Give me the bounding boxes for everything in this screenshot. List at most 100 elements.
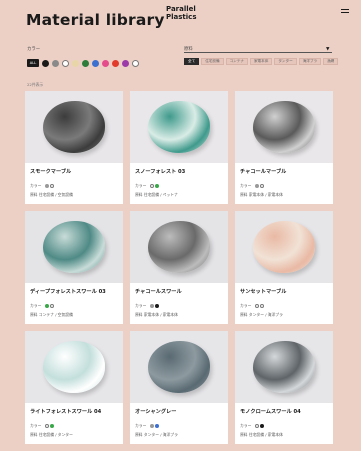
color-swatch-all[interactable]: ALL [27,59,39,67]
color-dot [149,424,154,428]
material-color-label: カラー [135,183,147,188]
material-name: チャコールマーブル [240,169,287,175]
material-source: 原料 家電本体 / 家電本体 [135,312,178,317]
color-filter-label: カラー [27,47,41,52]
material-sample [253,221,315,273]
logo-line-1: Parallel [166,5,196,13]
material-colors: カラー [135,183,160,189]
material-sample [148,221,210,273]
hamburger-menu-icon[interactable] [341,9,349,15]
material-name: モノクロームスワール 04 [240,409,301,415]
material-color-label: カラー [240,303,252,308]
material-color-label: カラー [30,303,42,308]
material-name: ライトフォレストスワール 04 [30,409,102,415]
material-card[interactable]: スノーフォレスト 03 カラー原料 住宅設備 / ペットナ [130,91,228,204]
material-card[interactable]: チャコールスワール カラー原料 家電本体 / 家電本体 [130,211,228,324]
material-color-label: カラー [135,423,147,428]
material-image [25,331,123,403]
material-color-label: カラー [30,423,42,428]
material-image [130,91,228,163]
material-name: ディープフォレストスワール 03 [30,289,106,295]
color-dot [149,304,154,308]
material-grid: スモークマーブル カラー 原料 住宅設備 / 空気設備 スノーフォレスト 03 カラー原… [25,91,333,451]
color-dot [260,304,265,308]
color-swatch-4[interactable] [82,59,89,67]
color-swatch-5[interactable] [92,59,99,67]
material-sample [43,341,105,393]
material-colors: カラー [30,303,55,309]
color-dot [254,184,259,188]
material-sample [253,101,315,153]
material-color-label: カラー [240,423,252,428]
material-colors: カラー [240,303,265,309]
material-image [235,331,333,403]
material-source: 原料 コンテナ / 空気設備 [30,312,73,317]
color-dot [44,424,49,428]
material-colors: カラー [30,183,55,189]
material-chip-0[interactable]: 全て [184,58,200,65]
color-dot [260,424,265,428]
material-sample [148,101,210,153]
brand-logo[interactable]: Parallel Plastics [166,5,196,21]
material-sample [253,341,315,393]
material-source: 原料 住宅設備 / 家電本体 [240,432,283,437]
material-name: オーシャングレー [135,409,177,415]
material-card[interactable]: ライトフォレストスワール 04 カラー原料 住宅設備 / タンター [25,331,123,444]
color-swatch-3[interactable] [72,59,79,67]
color-swatch-2[interactable] [62,59,69,67]
material-chip-2[interactable]: コンテナ [225,58,248,65]
material-dropdown[interactable] [184,52,332,53]
color-dot [254,424,259,428]
color-swatch-7[interactable] [112,59,119,67]
color-swatch-9[interactable] [132,59,139,67]
color-swatch-1[interactable] [52,59,59,67]
material-colors: カラー [240,183,265,189]
material-chip-5[interactable]: 海洋プラ [298,58,322,65]
page-title: Material library [26,11,165,29]
material-image [130,211,228,283]
material-card[interactable]: オーシャングレー カラー 原料 タンター / 海洋プラ [130,331,228,444]
material-image [25,91,123,163]
color-dot [149,184,154,188]
material-image [25,211,123,283]
material-source: 原料 住宅設備 / ペットナ [135,192,178,197]
material-card[interactable]: チャコールマーブル カラー 原料 家電本体 / 家電本体 [235,91,333,204]
result-count: 22件表示 [27,82,44,87]
material-source: 原料 住宅設備 / タンター [30,432,73,437]
material-image [235,91,333,163]
color-swatch-8[interactable] [122,59,129,67]
material-name: スノーフォレスト 03 [135,169,186,175]
material-chip-1[interactable]: 住宅設備 [201,58,224,65]
material-colors: カラー [135,423,160,429]
material-chip-4[interactable]: タンター [274,58,297,65]
material-image [130,331,228,403]
material-sample [43,101,105,153]
color-dot [155,424,160,428]
material-color-label: カラー [240,183,252,188]
material-colors: カラー [240,423,265,429]
material-colors: カラー [135,303,160,309]
material-image [235,211,333,283]
material-card[interactable]: ディープフォレストスワール 03 カラー原料 コンテナ / 空気設備 [25,211,123,324]
logo-line-2: Plastics [166,13,197,21]
color-dot [155,304,160,308]
material-card[interactable]: モノクロームスワール 04 カラー原料 住宅設備 / 家電本体 [235,331,333,444]
material-chip-6[interactable]: 漁網 [323,58,339,65]
color-dot [50,304,55,308]
color-dot [50,184,55,188]
material-name: チャコールスワール [135,289,182,295]
color-dot [44,304,49,308]
material-colors: カラー [30,423,55,429]
material-sample [43,221,105,273]
color-swatch-0[interactable] [42,59,49,67]
color-swatches: ALL [27,59,139,67]
chevron-down-icon[interactable]: ▼ [326,47,329,52]
material-card[interactable]: サンセットマーブル カラー原料 タンター / 海洋プラ [235,211,333,324]
material-chip-3[interactable]: 家電本体 [249,58,273,65]
material-name: サンセットマーブル [240,289,287,295]
material-source: 原料 タンター / 海洋プラ [240,312,283,317]
material-card[interactable]: スモークマーブル カラー 原料 住宅設備 / 空気設備 [25,91,123,204]
material-name: スモークマーブル [30,169,72,175]
color-dot [44,184,49,188]
color-swatch-6[interactable] [102,59,109,67]
